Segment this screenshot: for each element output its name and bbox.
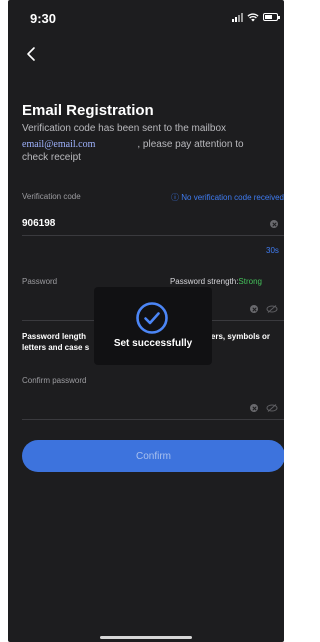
cellular-signal-icon: [232, 12, 243, 22]
phone-screen: 9:30 Email Registration Verification cod…: [8, 0, 284, 642]
eye-off-icon[interactable]: [266, 305, 278, 313]
subtitle-tail: , please pay attention to: [137, 139, 244, 150]
password-strength: Password strength:Strong: [170, 277, 262, 286]
email-address: email@email.com: [22, 139, 96, 150]
confirm-button[interactable]: Confirm: [22, 440, 284, 472]
password-strength-label: Password strength:: [169, 277, 239, 286]
password-hint-line2: letters and case s: [22, 343, 90, 352]
password-strength-value: Strong: [238, 277, 262, 286]
verification-code-input[interactable]: 906198: [22, 218, 55, 229]
no-code-received-link[interactable]: ⓘ No verification code received: [171, 192, 284, 203]
password-hint-right: bers, symbols or: [206, 332, 271, 341]
clear-icon[interactable]: [270, 220, 278, 228]
success-toast: Set successfully: [94, 287, 212, 365]
status-bar: 9:30: [8, 0, 284, 36]
wifi-icon: [247, 13, 259, 22]
home-indicator[interactable]: [100, 636, 192, 639]
clear-icon[interactable]: [250, 404, 258, 412]
password-hint-left: Password length: [22, 332, 87, 341]
system-icons: [232, 12, 280, 22]
divider: [22, 235, 284, 236]
eye-off-icon[interactable]: [266, 404, 278, 412]
confirm-password-label: Confirm password: [22, 376, 87, 385]
page-title: Email Registration: [22, 102, 154, 119]
battery-icon: [263, 13, 280, 21]
divider: [22, 419, 284, 420]
resend-countdown: 30s: [266, 246, 279, 255]
verification-code-label: Verification code: [22, 192, 81, 201]
page-subtitle: Verification code has been sent to the m…: [22, 123, 227, 134]
password-label: Password: [22, 277, 58, 286]
back-button[interactable]: [20, 42, 44, 66]
clear-icon[interactable]: [250, 305, 258, 313]
status-time: 9:30: [30, 11, 57, 26]
check-circle-icon: [136, 302, 168, 334]
toast-message: Set successfully: [113, 338, 193, 349]
email-line: email@email.com , please pay attention to: [22, 138, 278, 152]
subtitle-end: check receipt: [22, 152, 81, 163]
